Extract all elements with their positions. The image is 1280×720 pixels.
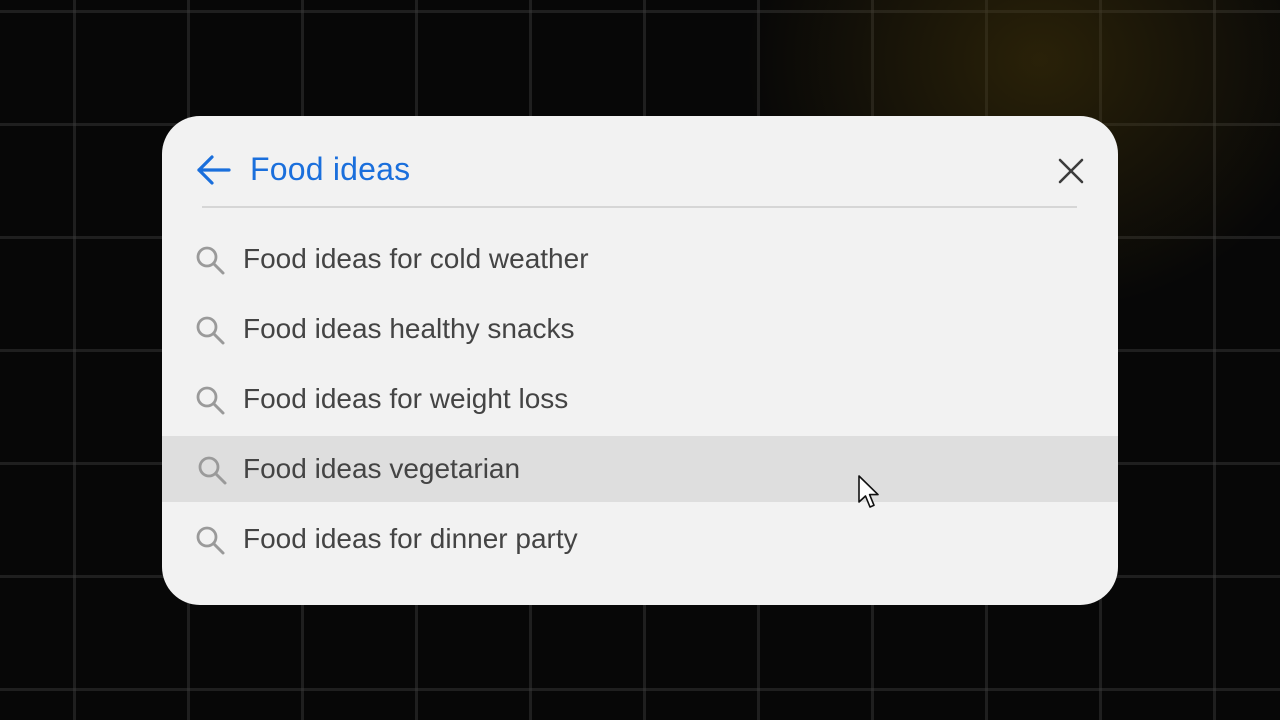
suggestion-label: Food ideas healthy snacks	[243, 313, 575, 344]
suggestion-item[interactable]: Food ideas for cold weather	[162, 224, 1118, 294]
header-divider	[202, 206, 1077, 208]
suggestion-label: Food ideas for dinner party	[243, 523, 578, 554]
search-icon	[196, 454, 228, 486]
suggestion-item[interactable]: Food ideas for weight loss	[162, 364, 1118, 434]
suggestion-label: Food ideas for weight loss	[243, 383, 569, 414]
close-button[interactable]	[1056, 156, 1086, 186]
search-header: Food ideas	[162, 116, 1118, 208]
suggestion-item-highlighted[interactable]: Food ideas vegetarian	[162, 436, 1118, 502]
search-icon	[194, 384, 226, 416]
suggestion-item[interactable]: Food ideas healthy snacks	[162, 294, 1118, 364]
back-button[interactable]	[194, 152, 234, 188]
suggestion-list: Food ideas for cold weather Food ideas h…	[162, 224, 1118, 574]
close-icon	[1058, 158, 1084, 184]
mouse-pointer-icon	[858, 475, 879, 508]
search-icon	[194, 244, 226, 276]
search-query-text[interactable]: Food ideas	[250, 148, 410, 190]
search-icon	[194, 524, 226, 556]
search-icon	[194, 314, 226, 346]
search-suggestions-panel: Food ideas Food ideas for cold weather F…	[162, 116, 1118, 605]
suggestion-label: Food ideas for cold weather	[243, 243, 589, 274]
arrow-left-icon	[197, 155, 231, 185]
suggestion-label: Food ideas vegetarian	[243, 453, 521, 484]
suggestion-item[interactable]: Food ideas for dinner party	[162, 504, 1118, 574]
